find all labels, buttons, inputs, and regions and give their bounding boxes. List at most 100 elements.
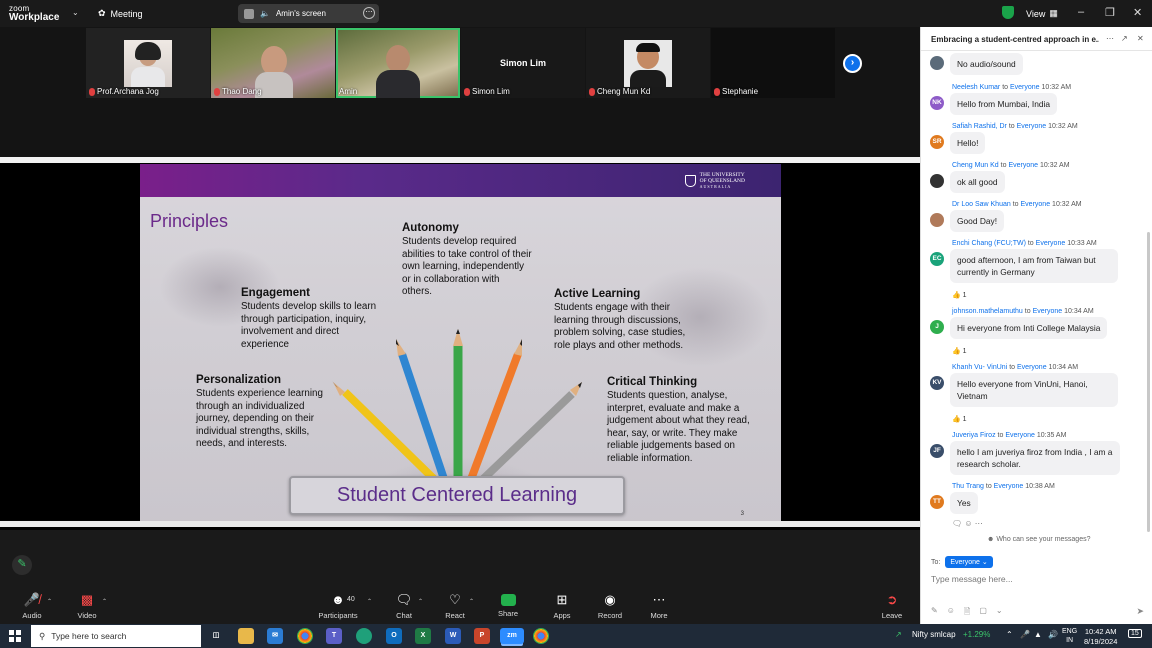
close-icon[interactable]: ✕ bbox=[1133, 6, 1142, 19]
participant-tile-active-speaker[interactable]: Amin bbox=[336, 28, 460, 98]
participant-tile[interactable]: Cheng Mun Kd bbox=[586, 28, 710, 98]
chat-title: Embracing a student-centred approach in … bbox=[931, 35, 1099, 44]
more-icon[interactable]: ⋯ bbox=[975, 519, 983, 528]
format-icon[interactable]: ✎ bbox=[931, 606, 938, 620]
more-button[interactable]: ⋯ More bbox=[648, 592, 670, 620]
apps-label: Apps bbox=[553, 611, 571, 620]
view-button[interactable]: View ▦ bbox=[1026, 8, 1058, 19]
audio-button[interactable]: 🎤̸ Audio ⌃ bbox=[20, 592, 52, 620]
message-header: Neelesh Kumar to Everyone 10:32 AM bbox=[952, 84, 1072, 91]
participant-tile[interactable]: Simon Lim Simon Lim bbox=[461, 28, 585, 98]
notification-center[interactable]: 15 bbox=[1128, 629, 1142, 638]
edge-icon[interactable] bbox=[356, 628, 372, 644]
annotate-pen-icon[interactable]: ✎ bbox=[12, 555, 32, 575]
powerpoint-title-strip bbox=[0, 157, 920, 163]
emoji-icon[interactable]: ☺ bbox=[964, 519, 972, 528]
emoji-icon[interactable]: ☺ bbox=[947, 606, 955, 620]
chevron-up-icon[interactable]: ⌃ bbox=[469, 598, 474, 605]
message-text: Hello from Mumbai, India bbox=[950, 93, 1058, 115]
meeting-toolbar: 🎤̸ Audio ⌃ ▩ Video ⌃ ☻ Participants ⌃ 🗨 … bbox=[0, 589, 920, 624]
excel-icon[interactable]: X bbox=[415, 628, 431, 644]
chevron-up-icon[interactable]: ⌃ bbox=[102, 598, 107, 605]
system-clock[interactable]: 10:42 AM 8/19/2024 bbox=[1084, 627, 1117, 647]
share-screen-icon bbox=[500, 594, 516, 606]
chevron-up-icon[interactable]: ⌃ bbox=[418, 598, 423, 605]
chevron-up-icon[interactable]: ⌃ bbox=[47, 598, 52, 605]
encryption-shield-icon[interactable] bbox=[1002, 6, 1014, 19]
file-icon[interactable]: 🗎 bbox=[964, 606, 970, 620]
language-indicator[interactable]: ENG IN bbox=[1062, 627, 1077, 645]
leave-button[interactable]: ➲ Leave bbox=[881, 592, 903, 620]
powerpoint-status-strip bbox=[0, 521, 920, 527]
next-page-button[interactable]: › bbox=[843, 54, 862, 73]
thumbs-up-icon: 👍 bbox=[952, 416, 961, 423]
recipient-dropdown[interactable]: Everyone ⌄ bbox=[945, 556, 993, 568]
pencils-illustration bbox=[332, 329, 582, 485]
reaction[interactable]: 👍 1 bbox=[952, 347, 967, 355]
avatar bbox=[930, 174, 944, 188]
task-view-icon[interactable]: ◫ bbox=[208, 628, 224, 644]
chevron-down-icon[interactable]: ⌄ bbox=[72, 8, 79, 17]
zoom-taskbar-icon[interactable]: zm bbox=[500, 628, 524, 644]
avatar: TT bbox=[930, 495, 944, 509]
react-label: React bbox=[445, 611, 465, 620]
windows-taskbar: ⚲ Type here to search ◫ ✉ T O X W P zm ↗… bbox=[0, 624, 1152, 648]
word-icon[interactable]: W bbox=[445, 628, 461, 644]
screen-share-indicator[interactable]: 🔈 Amin's screen ⋯ bbox=[238, 4, 379, 23]
reaction[interactable]: 👍 1 bbox=[952, 415, 967, 423]
heart-icon: ♡ bbox=[449, 592, 461, 607]
more-options-icon[interactable]: ⋯ bbox=[363, 7, 375, 19]
participant-tile[interactable]: Thao Dang bbox=[211, 28, 335, 98]
outlook-icon[interactable]: O bbox=[386, 628, 402, 644]
network-icon[interactable]: ▲ bbox=[1034, 630, 1042, 639]
screenshot-icon[interactable]: ▢ bbox=[979, 606, 987, 620]
popout-icon[interactable]: ↗ bbox=[1121, 34, 1128, 43]
zoom-logo[interactable]: zoom Workplace bbox=[9, 4, 59, 23]
shared-screen: THE UNIVERSITY OF QUEENSLAND AUSTRALIA P… bbox=[0, 157, 920, 530]
send-icon[interactable]: ➤ bbox=[1136, 606, 1144, 617]
meeting-info-button[interactable]: ✿ Meeting bbox=[98, 8, 143, 19]
chrome-icon[interactable] bbox=[533, 628, 549, 644]
to-label: To: bbox=[931, 558, 941, 566]
reaction[interactable]: 👍 1 bbox=[952, 291, 967, 299]
more-options-icon[interactable]: ⋯ bbox=[1106, 34, 1114, 43]
message-text: ok all good bbox=[950, 171, 1005, 193]
chrome-icon[interactable] bbox=[297, 628, 313, 644]
chevron-up-icon[interactable]: ⌃ bbox=[1006, 630, 1013, 639]
chat-message-input[interactable]: Type message here... bbox=[931, 574, 1013, 584]
react-button[interactable]: ♡ React ⌃ bbox=[444, 592, 474, 620]
microphone-icon[interactable]: 🎤 bbox=[1020, 630, 1030, 639]
participant-tile[interactable]: Prof.Archana Jog bbox=[86, 28, 210, 98]
volume-icon[interactable]: 🔊 bbox=[1048, 630, 1058, 639]
participant-tile[interactable]: Stephanie bbox=[711, 28, 835, 98]
minimize-icon[interactable]: – bbox=[1078, 6, 1084, 18]
muted-microphone-icon: 🎤̸ bbox=[23, 592, 41, 607]
participant-center-name: Simon Lim bbox=[499, 58, 546, 68]
reply-icon[interactable]: 🗨 bbox=[952, 519, 962, 528]
windows-start-icon[interactable] bbox=[9, 630, 21, 642]
avatar bbox=[930, 213, 944, 227]
thumbs-up-icon: 👍 bbox=[952, 292, 961, 299]
apps-button[interactable]: ⊞ Apps bbox=[551, 592, 573, 620]
powerpoint-icon[interactable]: P bbox=[474, 628, 490, 644]
close-icon[interactable]: ✕ bbox=[1137, 34, 1144, 43]
teams-icon[interactable]: T bbox=[326, 628, 342, 644]
chat-scrollbar[interactable] bbox=[1147, 232, 1150, 532]
who-can-see-link[interactable]: ☻ Who can see your messages? bbox=[987, 536, 1091, 543]
chat-button[interactable]: 🗨 Chat ⌃ bbox=[393, 592, 423, 620]
mail-icon[interactable]: ✉ bbox=[267, 628, 283, 644]
taskbar-search[interactable]: ⚲ Type here to search bbox=[31, 625, 201, 647]
chat-label: Chat bbox=[396, 611, 412, 620]
share-button[interactable]: Share bbox=[497, 592, 519, 618]
restore-icon[interactable]: ❐ bbox=[1105, 6, 1115, 19]
video-button[interactable]: ▩ Video ⌃ bbox=[75, 592, 107, 620]
ticker-name[interactable]: Nifty smlcap bbox=[912, 630, 956, 639]
search-placeholder: Type here to search bbox=[51, 631, 127, 641]
muted-mic-icon bbox=[589, 87, 595, 96]
record-button[interactable]: ◉ Record bbox=[597, 592, 623, 620]
chevron-up-icon[interactable]: ⌃ bbox=[367, 598, 372, 605]
message-header: johnson.mathelamuthu to Everyone 10:34 A… bbox=[952, 308, 1094, 315]
chevron-down-icon[interactable]: ⌄ bbox=[996, 606, 1003, 620]
muted-mic-icon bbox=[89, 87, 95, 96]
file-explorer-icon[interactable] bbox=[238, 628, 254, 644]
